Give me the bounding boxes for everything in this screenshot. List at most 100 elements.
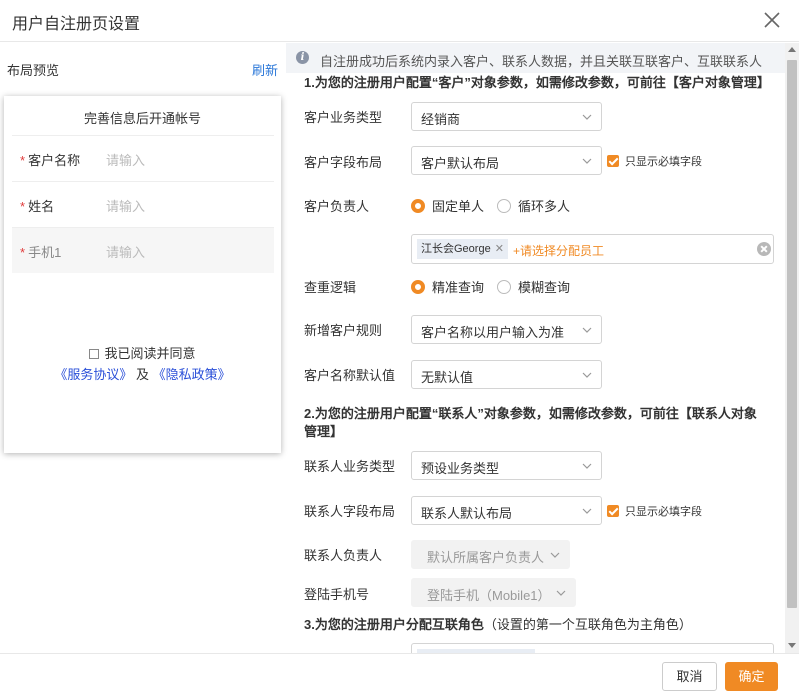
section3-title: 3.为您的注册用户分配互联角色（设置的第一个互联角色为主角色） [304,616,766,634]
customer-name-default-select[interactable]: 无默认值 [411,360,602,389]
layout-preview-title: 布局预览 [7,63,60,78]
select-value: 客户名称以用户输入为准 [421,325,565,340]
preview-field-label: 手机1 [28,245,62,260]
select-value: 登陆手机（Mobile1） [427,588,551,603]
ok-button[interactable]: 确定 [725,662,778,691]
refresh-link[interactable]: 刷新 [252,60,278,79]
owner-tag: 江长会George ✕ [417,239,508,259]
radio-fixed-single[interactable]: 固定单人 [411,196,484,215]
preview-field-name: * 姓名 请输入 [12,181,274,227]
new-customer-rule-select[interactable]: 客户名称以用户输入为准 [411,315,602,344]
section3-note: （设置的第一个互联角色为主角色） [483,617,692,632]
new-customer-rule-label: 新增客户规则 [304,323,383,338]
layout-preview-panel: 布局预览 刷新 完善信息后开通帐号 * 客户名称 请输入 * 姓名 请输入 * 手机1… [0,43,285,653]
role-select-box[interactable] [411,643,774,653]
tag-remove-icon[interactable]: ✕ [495,243,504,255]
section3-title-text: 3.为您的注册用户分配互联角色 [304,617,484,632]
login-phone-select: 登陆手机（Mobile1） [411,578,576,607]
contact-biz-type-select[interactable]: 预设业务类型 [411,451,602,480]
and-text: 及 [135,367,149,382]
cancel-button[interactable]: 取消 [662,662,717,691]
chevron-down-icon [582,327,592,333]
close-icon[interactable] [761,9,783,31]
owner-select-box[interactable]: 江长会George ✕ +请选择分配员工 [411,234,774,264]
radio-label: 固定单人 [432,199,485,214]
select-value: 无默认值 [421,370,474,385]
radio-checked-icon [411,199,425,213]
select-value: 联系人默认布局 [421,506,513,521]
required-mark: * [20,153,26,168]
privacy-policy-link[interactable]: 《隐私政策》 [153,367,231,382]
preview-field-phone: * 手机1 请输入 [12,227,274,273]
dedup-label: 查重逻辑 [304,280,357,295]
chevron-down-icon [582,372,592,378]
contact-owner-select: 默认所属客户负责人 [411,540,570,569]
customer-name-default-label: 客户名称默认值 [304,368,396,383]
preview-field-label: 客户名称 [28,153,81,168]
customer-owner-label: 客户负责人 [304,199,370,214]
customer-required-only-checkbox[interactable]: 只显示必填字段 [607,153,702,169]
service-agreement-link[interactable]: 《服务协议》 [54,367,132,382]
radio-unchecked-icon [497,199,511,213]
agree-checkbox[interactable] [89,349,100,359]
select-value: 默认所属客户负责人 [427,550,545,565]
required-mark: * [20,199,26,214]
chevron-down-icon [582,158,592,164]
customer-layout-select[interactable]: 客户默认布局 [411,146,602,175]
radio-checked-icon [411,280,425,294]
policy-row: 《服务协议》 及 《隐私政策》 [4,364,281,383]
select-value: 客户默认布局 [421,156,500,171]
dialog-footer: 取消 确定 [0,653,799,699]
preview-field-placeholder[interactable]: 请输入 [106,242,145,261]
scroll-up-arrow-icon[interactable] [788,47,796,52]
chevron-down-icon [582,114,592,120]
radio-exact-query[interactable]: 精准查询 [411,277,484,296]
select-value: 经销商 [421,112,461,127]
preview-card-title: 完善信息后开通帐号 [83,111,201,126]
contact-layout-select[interactable]: 联系人默认布局 [411,496,602,525]
contact-biz-type-label: 联系人业务类型 [304,459,396,474]
preview-field-placeholder[interactable]: 请输入 [106,150,145,169]
add-staff-link[interactable]: +请选择分配员工 [513,242,604,259]
customer-layout-label: 客户字段布局 [304,155,383,170]
chevron-down-icon [582,508,592,514]
radio-fuzzy-query[interactable]: 模糊查询 [497,277,570,296]
contact-owner-label: 联系人负责人 [304,548,383,563]
login-phone-label: 登陆手机号 [304,587,370,602]
preview-field-placeholder[interactable]: 请输入 [106,196,145,215]
dialog-title: 用户自注册页设置 [12,16,141,33]
scrollbar-thumb[interactable] [787,60,797,608]
dialog-header: 用户自注册页设置 [0,0,799,42]
scroll-down-arrow-icon[interactable] [788,643,796,648]
chevron-down-icon [550,552,560,558]
info-icon: i [296,51,309,64]
section2-title: 2.为您的注册用户配置“联系人”对象参数，如需修改参数，可前往【联系人对象管理】 [304,406,757,439]
radio-round-robin[interactable]: 循环多人 [497,196,570,215]
checkbox-label: 只显示必填字段 [625,156,702,168]
config-panel: i 自注册成功后系统内录入客户、联系人数据，并且关联互联客户、互联联系人 1.为… [286,43,785,653]
agree-row: 我已阅读并同意 [4,343,281,362]
info-tip: i 自注册成功后系统内录入客户、联系人数据，并且关联互联客户、互联联系人 [286,43,785,73]
required-mark: * [20,245,26,260]
customer-biz-type-label: 客户业务类型 [304,110,383,125]
radio-label: 循环多人 [518,199,571,214]
chevron-down-icon [582,463,592,469]
checkbox-label: 只显示必填字段 [625,506,702,518]
agree-text: 我已阅读并同意 [104,346,196,361]
config-scrollbar[interactable] [785,43,799,653]
owner-tag-label: 江长会George [421,243,491,255]
radio-label: 精准查询 [432,280,485,295]
contact-layout-label: 联系人字段布局 [304,504,396,519]
info-tip-text: 自注册成功后系统内录入客户、联系人数据，并且关联互联客户、互联联系人 [320,54,763,69]
contact-required-only-checkbox[interactable]: 只显示必填字段 [607,503,702,519]
radio-unchecked-icon [497,280,511,294]
preview-field-customer-name: * 客户名称 请输入 [12,135,274,181]
checkbox-checked-icon [607,155,619,167]
chevron-down-icon [556,590,566,596]
checkbox-checked-icon [607,505,619,517]
customer-biz-type-select[interactable]: 经销商 [411,102,602,131]
clear-icon[interactable] [757,242,771,256]
preview-card: 完善信息后开通帐号 * 客户名称 请输入 * 姓名 请输入 * 手机1 请输入 我已阅… [4,96,281,453]
preview-field-label: 姓名 [28,199,55,214]
select-value: 预设业务类型 [421,461,500,476]
